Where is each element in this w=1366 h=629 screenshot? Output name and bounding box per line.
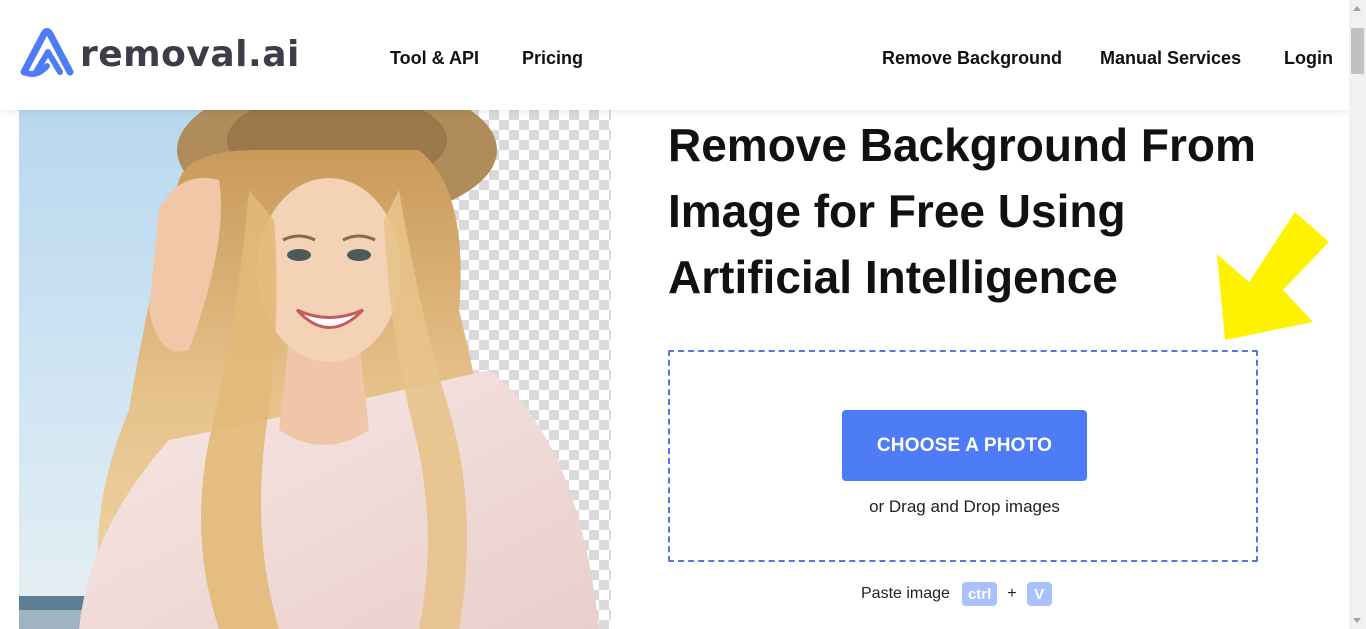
nav-tool-api[interactable]: Tool & API [390,48,479,69]
nav-pricing[interactable]: Pricing [522,48,583,69]
logo-mark-icon [20,28,74,77]
scroll-up-arrow-icon[interactable] [1353,6,1361,11]
scroll-down-arrow-icon[interactable] [1353,618,1361,623]
headline-line-2: Image for Free Using [668,185,1126,237]
paste-label: Paste image [861,585,950,602]
hero-image [19,110,611,629]
page-title: Remove Background From Image for Free Us… [668,112,1288,310]
nav-login[interactable]: Login [1284,48,1333,69]
plus-sign: + [1007,585,1017,602]
site-header: removal.ai Tool & API Pricing Remove Bac… [0,0,1349,110]
arrow-down-left-icon [1217,212,1329,340]
logo[interactable]: removal.ai [18,22,300,78]
nav-remove-background[interactable]: Remove Background [882,48,1062,69]
page-scrollbar[interactable] [1349,0,1366,629]
drag-drop-hint: or Drag and Drop images [869,497,1060,516]
logo-text: removal.ai [80,34,300,75]
nav-manual-services[interactable]: Manual Services [1100,48,1241,69]
ctrl-key-badge: ctrl [961,582,998,606]
choose-photo-button[interactable]: CHOOSE A PHOTO [842,410,1087,481]
scroll-thumb[interactable] [1351,28,1364,74]
v-key-badge: V [1026,582,1052,606]
headline-line-3: Artificial Intelligence [668,251,1118,303]
headline-line-1: Remove Background From [668,119,1256,171]
paste-hint: Paste image ctrl + V [861,582,1052,606]
